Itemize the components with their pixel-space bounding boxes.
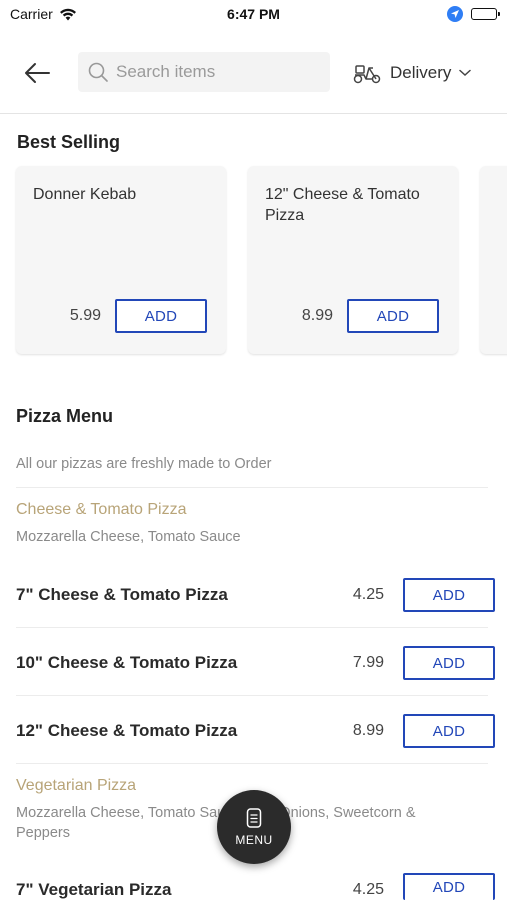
divider xyxy=(16,763,488,764)
menu-item-name: 7" Vegetarian Pizza xyxy=(16,880,172,899)
best-selling-title: Best Selling xyxy=(17,132,121,152)
menu-item-price: 4.25 xyxy=(352,881,384,898)
back-arrow-icon xyxy=(25,63,50,83)
search-box[interactable] xyxy=(78,52,330,92)
add-button[interactable]: ADD xyxy=(403,646,495,680)
status-bar: Carrier 6:47 PM xyxy=(0,0,507,28)
best-selling-card-partial[interactable] xyxy=(480,166,507,354)
menu-book-icon xyxy=(246,807,262,828)
add-button[interactable]: ADD xyxy=(403,714,495,748)
menu-item-name: 7" Cheese & Tomato Pizza xyxy=(16,585,228,604)
add-button[interactable]: ADD xyxy=(403,578,495,612)
add-button[interactable]: ADD xyxy=(115,299,207,333)
divider xyxy=(16,695,488,696)
status-time: 6:47 PM xyxy=(227,6,280,22)
menu-fab-button[interactable]: MENU xyxy=(217,790,291,864)
best-selling-card[interactable]: Donner Kebab 5.99 ADD xyxy=(16,166,226,354)
location-icon xyxy=(447,6,463,22)
add-button[interactable]: ADD xyxy=(403,873,495,900)
pizza-menu-description: All our pizzas are freshly made to Order xyxy=(16,456,272,472)
group-title: Cheese & Tomato Pizza xyxy=(16,501,187,518)
chevron-down-icon xyxy=(459,69,472,77)
best-selling-card[interactable]: 12" Cheese & Tomato Pizza 8.99 ADD xyxy=(248,166,458,354)
menu-item-name: 10" Cheese & Tomato Pizza xyxy=(16,653,238,672)
menu-item-price: 4.25 xyxy=(352,586,384,603)
pizza-menu-title: Pizza Menu xyxy=(16,406,114,426)
best-selling-item-price: 8.99 xyxy=(301,307,333,324)
top-header: Delivery xyxy=(0,44,507,114)
back-button[interactable] xyxy=(20,58,54,88)
menu-item-price: 8.99 xyxy=(352,722,384,739)
group-title: Vegetarian Pizza xyxy=(16,777,137,794)
delivery-selector[interactable]: Delivery xyxy=(352,58,472,88)
delivery-label: Delivery xyxy=(390,63,452,82)
group-description: Mozzarella Cheese, Tomato Sauce xyxy=(16,529,241,545)
scooter-icon xyxy=(353,65,381,84)
search-input[interactable] xyxy=(116,62,316,82)
divider xyxy=(16,627,488,628)
battery-icon xyxy=(471,8,500,20)
best-selling-item-name: Donner Kebab xyxy=(33,186,137,203)
best-selling-item-name: 12" Cheese & Tomato Pizza xyxy=(265,186,420,224)
menu-item-name: 12" Cheese & Tomato Pizza xyxy=(16,721,238,740)
best-selling-item-price: 5.99 xyxy=(69,307,101,324)
add-button[interactable]: ADD xyxy=(347,299,439,333)
status-right xyxy=(447,6,500,22)
divider xyxy=(16,487,488,488)
menu-fab-label: MENU xyxy=(235,832,273,847)
search-icon xyxy=(88,62,108,82)
menu-item-price: 7.99 xyxy=(352,654,384,671)
